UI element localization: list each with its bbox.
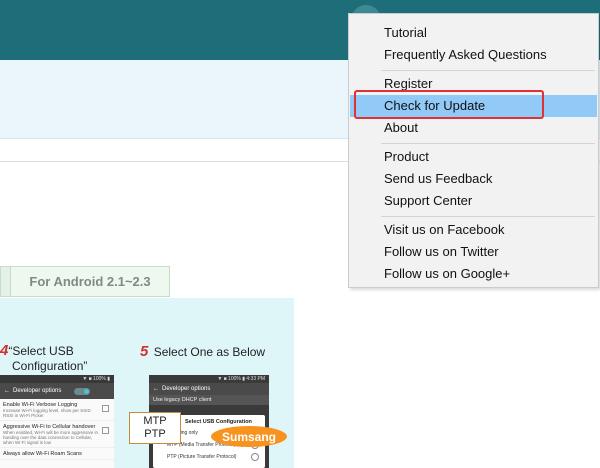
step-4-text-line1: “Select USB [8, 344, 74, 358]
phone-status-bar: ▼ ■ 100% ▮ [0, 375, 114, 383]
dialog-option: PTP (Picture Transfer Protocol) [153, 451, 265, 463]
phone-dim-row: Use legacy DHCP client [149, 395, 269, 405]
menu-item-support-center[interactable]: Support Center [350, 190, 597, 212]
step-5-instruction: 5 Select One as Below [140, 343, 265, 360]
menu-item-product[interactable]: Product [350, 146, 597, 168]
menu-separator [381, 70, 595, 71]
step-5-text: Select One as Below [153, 345, 266, 359]
menu-separator [381, 143, 595, 144]
menu-item-google-plus[interactable]: Follow us on Google+ [350, 263, 597, 285]
samsung-callout: Sumsang [211, 426, 287, 447]
menu-separator [381, 216, 595, 217]
phone-header-title: Developer options [162, 386, 211, 392]
phone-row-desc: When enabled, Wi-Fi will be more aggress… [3, 430, 99, 445]
back-arrow-icon: ← [4, 388, 10, 394]
phone-header: ← Developer options [149, 383, 269, 395]
menu-item-faq[interactable]: Frequently Asked Questions [350, 44, 597, 66]
callout-ptp-label: PTP [144, 428, 166, 440]
step-5-number: 5 [140, 343, 149, 360]
highlight-annotation-box [354, 90, 544, 119]
tab-previous[interactable] [0, 266, 10, 297]
tab-android-2-1-2-3[interactable]: For Android 2.1~2.3 [10, 266, 170, 297]
help-context-menu: Tutorial Frequently Asked Questions Regi… [348, 13, 599, 288]
phone-row-desc: Increase Wi-Fi logging level, show per S… [3, 408, 91, 418]
phone-status-bar: ▼ ■ 100% ▮ 4:33 PM [217, 376, 265, 382]
menu-item-send-feedback[interactable]: Send us Feedback [350, 168, 597, 190]
phone-list-item: Enable Wi-Fi Verbose Logging Increase Wi… [0, 399, 114, 421]
mtp-ptp-callout: MTP PTP [129, 412, 181, 444]
phone-header-title: Developer options [13, 388, 62, 394]
phone-list-item: Always allow Wi-Fi Roam Scans [0, 448, 114, 460]
menu-item-twitter[interactable]: Follow us on Twitter [350, 241, 597, 263]
developer-toggle [74, 387, 91, 395]
phone-screenshot-developer-options: ▼ ■ 100% ▮ ← Developer options Enable Wi… [0, 375, 114, 468]
phone-row-title: Always allow Wi-Fi Roam Scans [3, 451, 82, 457]
checkbox-icon [102, 405, 109, 412]
menu-item-tutorial[interactable]: Tutorial [350, 22, 597, 44]
step-4-text-line2: Configuration” [12, 359, 88, 373]
checkbox-icon [102, 427, 109, 434]
phone-header: ← Developer options [0, 383, 114, 399]
phone-list-item: Aggressive Wi-Fi to Cellular handover Wh… [0, 421, 114, 448]
menu-item-about[interactable]: About [350, 117, 597, 139]
back-arrow-icon: ← [153, 386, 159, 392]
callout-mtp-label: MTP [143, 415, 167, 427]
menu-item-facebook[interactable]: Visit us on Facebook [350, 219, 597, 241]
radio-icon [251, 453, 259, 461]
